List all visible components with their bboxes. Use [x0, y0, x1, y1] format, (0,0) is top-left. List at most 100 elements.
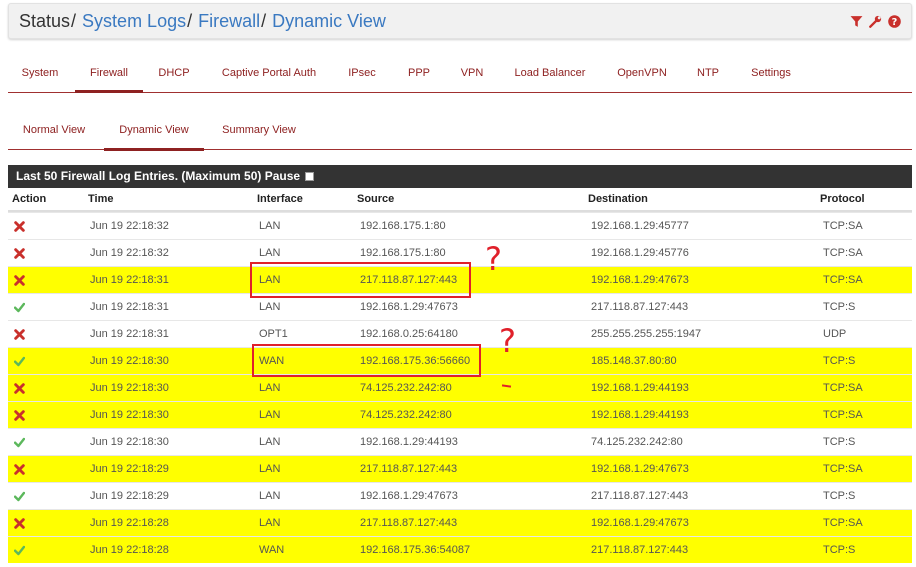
cell-destination[interactable]: 74.125.232.242:80 — [591, 429, 683, 455]
column-time: Time — [88, 193, 114, 205]
cell-time: Jun 19 22:18:28 — [90, 544, 169, 556]
cell-interface: LAN — [259, 490, 281, 502]
cell-protocol: TCP:S — [823, 544, 856, 556]
cell-interface: LAN — [259, 517, 281, 529]
filter-icon[interactable] — [850, 15, 863, 28]
block-icon[interactable] — [14, 402, 25, 421]
cell-destination[interactable]: 217.118.87.127:443 — [591, 537, 688, 563]
help-icon[interactable]: ? — [888, 15, 901, 28]
header-icons: ? — [850, 15, 901, 28]
cell-time: Jun 19 22:18:31 — [90, 301, 169, 313]
breadcrumb-firewall[interactable]: Firewall — [198, 11, 260, 31]
cell-source[interactable]: 74.125.232.242:80 — [360, 402, 452, 428]
tab-openvpn[interactable]: OpenVPN — [610, 53, 674, 93]
cell-destination[interactable]: 192.168.1.29:44193 — [591, 402, 689, 428]
cell-time: Jun 19 22:18:32 — [90, 220, 169, 232]
cell-protocol: TCP:SA — [823, 517, 863, 529]
pass-icon[interactable] — [14, 429, 25, 448]
pause-checkbox[interactable] — [305, 172, 315, 181]
tab-vpn[interactable]: VPN — [454, 53, 490, 93]
cell-protocol: TCP:SA — [823, 409, 863, 421]
tab-dhcp[interactable]: DHCP — [152, 53, 196, 93]
tab-firewall[interactable]: Firewall — [75, 53, 143, 93]
wrench-icon[interactable] — [869, 15, 882, 28]
cell-destination[interactable]: 217.118.87.127:443 — [591, 483, 688, 509]
tab-dynamic-view[interactable]: Dynamic View — [104, 110, 204, 151]
block-icon[interactable] — [14, 510, 25, 529]
tab-normal-view[interactable]: Normal View — [14, 110, 94, 150]
cell-time: Jun 19 22:18:28 — [90, 517, 169, 529]
cell-interface: LAN — [259, 382, 281, 394]
cell-source[interactable]: 192.168.1.29:47673 — [360, 483, 458, 509]
column-action: Action — [12, 193, 47, 205]
pass-icon[interactable] — [14, 483, 25, 502]
table-row: Jun 19 22:18:28 LAN 217.118.87.127:443 192.… — [8, 509, 912, 536]
column-protocol: Protocol — [820, 193, 865, 205]
cell-time: Jun 19 22:18:30 — [90, 355, 169, 367]
block-icon[interactable] — [14, 375, 25, 394]
cell-destination[interactable]: 192.168.1.29:47673 — [591, 456, 689, 482]
tab-summary-view[interactable]: Summary View — [214, 110, 304, 150]
tab-settings[interactable]: Settings — [744, 53, 798, 93]
cell-destination[interactable]: 217.118.87.127:443 — [591, 294, 688, 320]
cell-destination[interactable]: 192.168.1.29:47673 — [591, 510, 689, 536]
cell-time: Jun 19 22:18:31 — [90, 274, 169, 286]
breadcrumb-status[interactable]: Status — [19, 11, 70, 31]
cell-source[interactable]: 192.168.175.36:54087 — [360, 537, 470, 563]
annotation-box — [252, 344, 481, 377]
cell-interface: WAN — [259, 544, 285, 556]
annotation-box — [250, 262, 471, 298]
cell-source[interactable]: 217.118.87.127:443 — [360, 510, 457, 536]
pass-icon[interactable] — [14, 348, 25, 367]
annotation-question-mark: ? — [499, 322, 516, 360]
pass-icon[interactable] — [14, 537, 25, 556]
view-tabs: Normal View Dynamic View Summary View — [8, 110, 912, 151]
pause-label: Pause — [264, 169, 301, 183]
cell-protocol: TCP:S — [823, 355, 856, 367]
block-icon[interactable] — [14, 456, 25, 475]
table-row: Jun 19 22:18:29 LAN 192.168.1.29:47673 217.… — [8, 482, 912, 509]
pass-icon[interactable] — [14, 294, 25, 313]
tab-ppp[interactable]: PPP — [400, 53, 438, 93]
tab-system[interactable]: System — [8, 53, 72, 93]
breadcrumb-dynamic-view[interactable]: Dynamic View — [272, 11, 386, 31]
block-icon[interactable] — [14, 213, 25, 232]
cell-source[interactable]: 192.168.175.1:80 — [360, 213, 446, 239]
cell-interface: LAN — [259, 409, 281, 421]
cell-interface: LAN — [259, 436, 281, 448]
block-icon[interactable] — [14, 240, 25, 259]
column-source: Source — [357, 193, 395, 205]
annotation-question-mark: ? — [485, 240, 502, 278]
column-interface: Interface — [257, 193, 303, 205]
cell-protocol: TCP:S — [823, 301, 856, 313]
breadcrumb-system-logs[interactable]: System Logs — [82, 11, 186, 31]
tab-ntp[interactable]: NTP — [690, 53, 726, 93]
cell-time: Jun 19 22:18:32 — [90, 247, 169, 259]
cell-destination[interactable]: 255.255.255.255:1947 — [591, 321, 701, 347]
table-row: Jun 19 22:18:30 LAN 74.125.232.242:80 192.1… — [8, 401, 912, 428]
breadcrumb: Status/System Logs/Firewall/Dynamic View — [19, 11, 386, 32]
cell-interface: LAN — [259, 463, 281, 475]
cell-protocol: TCP:S — [823, 490, 856, 502]
block-icon[interactable] — [14, 321, 25, 340]
cell-destination[interactable]: 192.168.1.29:45776 — [591, 240, 689, 266]
cell-destination[interactable]: 192.168.1.29:47673 — [591, 267, 689, 293]
table-row: Jun 19 22:18:32 LAN 192.168.175.1:80 192.16… — [8, 212, 912, 239]
cell-source[interactable]: 217.118.87.127:443 — [360, 456, 457, 482]
table-row: Jun 19 22:18:30 LAN 74.125.232.242:80 192.1… — [8, 374, 912, 401]
panel-heading: Last 50 Firewall Log Entries. (Maximum 5… — [8, 165, 912, 188]
cell-source[interactable]: 192.168.1.29:44193 — [360, 429, 458, 455]
table-row: Jun 19 22:18:31 OPT1 192.168.0.25:64180 255… — [8, 320, 912, 347]
cell-source[interactable]: 74.125.232.242:80 — [360, 375, 452, 401]
table-row: Jun 19 22:18:29 LAN 217.118.87.127:443 192.… — [8, 455, 912, 482]
block-icon[interactable] — [14, 267, 25, 286]
tab-load-balancer[interactable]: Load Balancer — [508, 53, 592, 93]
cell-destination[interactable]: 185.148.37.80:80 — [591, 348, 677, 374]
tab-ipsec[interactable]: IPsec — [342, 53, 382, 93]
tab-captive-portal-auth[interactable]: Captive Portal Auth — [214, 53, 324, 93]
log-category-tabs: System Firewall DHCP Captive Portal Auth… — [8, 53, 912, 93]
cell-destination[interactable]: 192.168.1.29:45777 — [591, 213, 689, 239]
cell-protocol: TCP:SA — [823, 382, 863, 394]
cell-destination[interactable]: 192.168.1.29:44193 — [591, 375, 689, 401]
cell-protocol: TCP:SA — [823, 463, 863, 475]
